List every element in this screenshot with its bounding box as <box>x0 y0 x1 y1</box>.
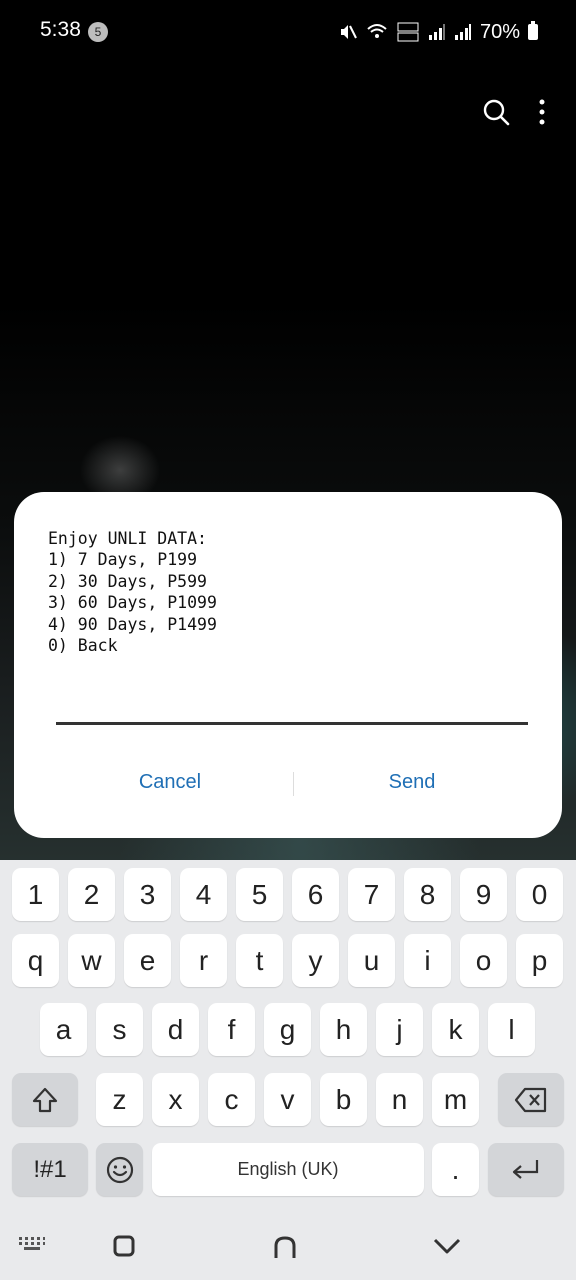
shift-key[interactable] <box>12 1073 78 1126</box>
enter-key[interactable] <box>488 1143 564 1196</box>
key-8[interactable]: 8 <box>404 868 451 921</box>
battery-icon <box>528 21 538 40</box>
keyboard-hide-icon[interactable] <box>18 1236 46 1252</box>
key-r[interactable]: r <box>180 934 227 987</box>
key-l[interactable]: l <box>488 1003 535 1056</box>
key-2[interactable]: 2 <box>68 868 115 921</box>
key-o[interactable]: o <box>460 934 507 987</box>
key-q[interactable]: q <box>12 934 59 987</box>
enter-icon <box>512 1159 539 1179</box>
volte-lte-icon <box>397 22 419 42</box>
back-icon[interactable] <box>432 1236 462 1256</box>
key-b[interactable]: b <box>320 1073 367 1126</box>
keyboard: 1 2 3 4 5 6 7 8 9 0 q w e r t y u i o p … <box>0 860 576 1204</box>
recent-apps-icon[interactable] <box>112 1234 136 1258</box>
key-3[interactable]: 3 <box>124 868 171 921</box>
ussd-dialog: Enjoy UNLI DATA: 1) 7 Days, P199 2) 30 D… <box>14 492 562 838</box>
key-6[interactable]: 6 <box>292 868 339 921</box>
mute-icon <box>340 25 357 39</box>
emoji-icon <box>106 1156 133 1183</box>
key-9[interactable]: 9 <box>460 868 507 921</box>
key-p[interactable]: p <box>516 934 563 987</box>
key-c[interactable]: c <box>208 1073 255 1126</box>
key-n[interactable]: n <box>376 1073 423 1126</box>
search-icon[interactable] <box>482 98 510 126</box>
input-underline <box>56 722 528 725</box>
period-key[interactable]: . <box>432 1143 479 1196</box>
key-k[interactable]: k <box>432 1003 479 1056</box>
notification-count-badge: 5 <box>88 22 108 42</box>
key-m[interactable]: m <box>432 1073 479 1126</box>
more-options-icon[interactable] <box>538 98 546 126</box>
backspace-key[interactable] <box>498 1073 564 1126</box>
ussd-message: Enjoy UNLI DATA: 1) 7 Days, P199 2) 30 D… <box>48 529 217 656</box>
key-j[interactable]: j <box>376 1003 423 1056</box>
clock: 5:38 <box>40 18 81 41</box>
key-1[interactable]: 1 <box>12 868 59 921</box>
key-y[interactable]: y <box>292 934 339 987</box>
wifi-calling-icon <box>367 24 387 38</box>
emoji-key[interactable] <box>96 1143 143 1196</box>
cancel-button[interactable]: Cancel <box>50 762 290 802</box>
signal-icon <box>428 24 445 40</box>
backspace-icon <box>514 1087 547 1112</box>
key-w[interactable]: w <box>68 934 115 987</box>
navigation-bar <box>0 1204 576 1280</box>
home-icon[interactable] <box>272 1234 298 1260</box>
key-f[interactable]: f <box>208 1003 255 1056</box>
shift-icon <box>32 1087 58 1112</box>
key-h[interactable]: h <box>320 1003 367 1056</box>
signal-icon-2 <box>454 24 471 40</box>
key-i[interactable]: i <box>404 934 451 987</box>
key-x[interactable]: x <box>152 1073 199 1126</box>
key-v[interactable]: v <box>264 1073 311 1126</box>
key-0[interactable]: 0 <box>516 868 563 921</box>
key-g[interactable]: g <box>264 1003 311 1056</box>
status-bar: 5:38 5 70% <box>0 0 576 64</box>
ussd-reply-input[interactable] <box>56 688 528 720</box>
send-button[interactable]: Send <box>292 762 532 802</box>
space-key[interactable]: English (UK) <box>152 1143 424 1196</box>
battery-level: 70% <box>479 20 520 43</box>
key-d[interactable]: d <box>152 1003 199 1056</box>
key-z[interactable]: z <box>96 1073 143 1126</box>
key-t[interactable]: t <box>236 934 283 987</box>
key-a[interactable]: a <box>40 1003 87 1056</box>
key-7[interactable]: 7 <box>348 868 395 921</box>
key-e[interactable]: e <box>124 934 171 987</box>
symbols-key[interactable]: !#1 <box>12 1143 88 1196</box>
key-u[interactable]: u <box>348 934 395 987</box>
key-5[interactable]: 5 <box>236 868 283 921</box>
key-s[interactable]: s <box>96 1003 143 1056</box>
key-4[interactable]: 4 <box>180 868 227 921</box>
